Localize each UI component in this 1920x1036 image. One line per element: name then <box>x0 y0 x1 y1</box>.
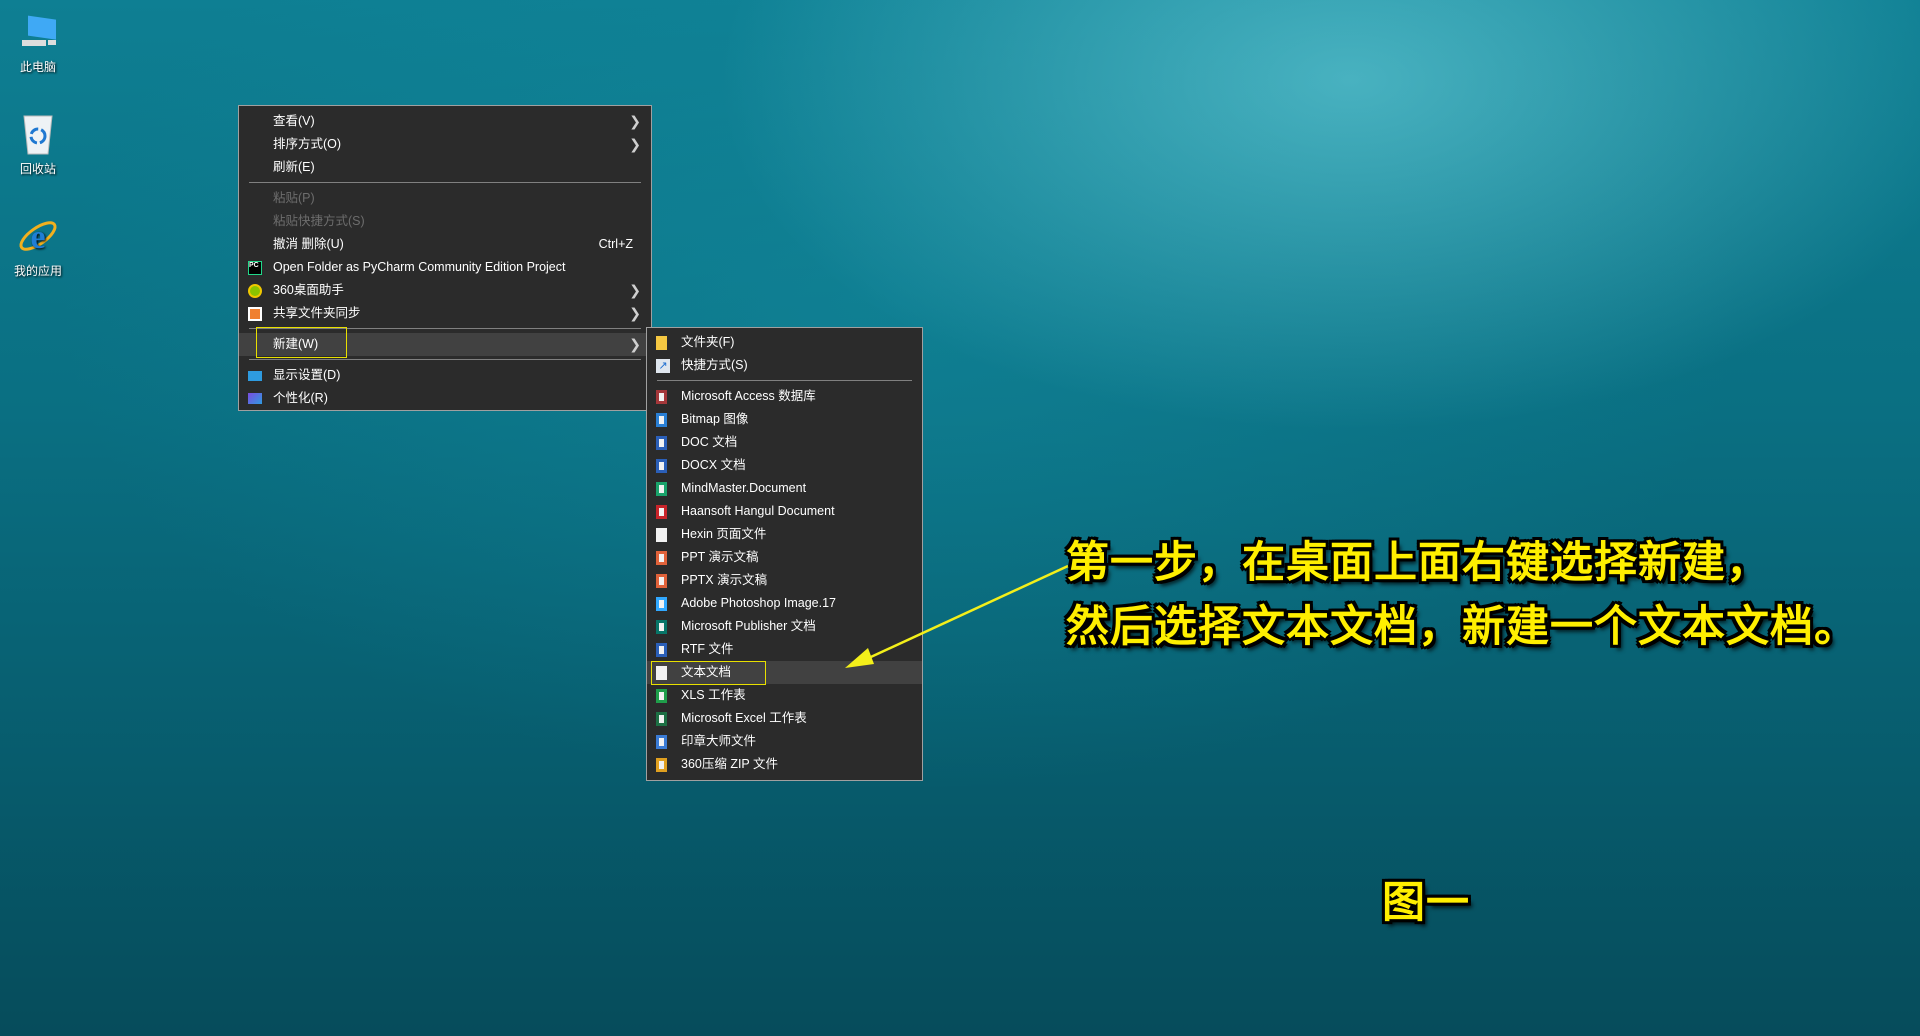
figure-label: 图一 <box>1382 868 1470 930</box>
annotation-arrow <box>0 0 1920 1036</box>
annotation-line-2: 然后选择文本文档，新建一个文本文档。 <box>1066 592 1858 654</box>
annotation-line-1: 第一步，在桌面上面右键选择新建， <box>1066 528 1770 590</box>
